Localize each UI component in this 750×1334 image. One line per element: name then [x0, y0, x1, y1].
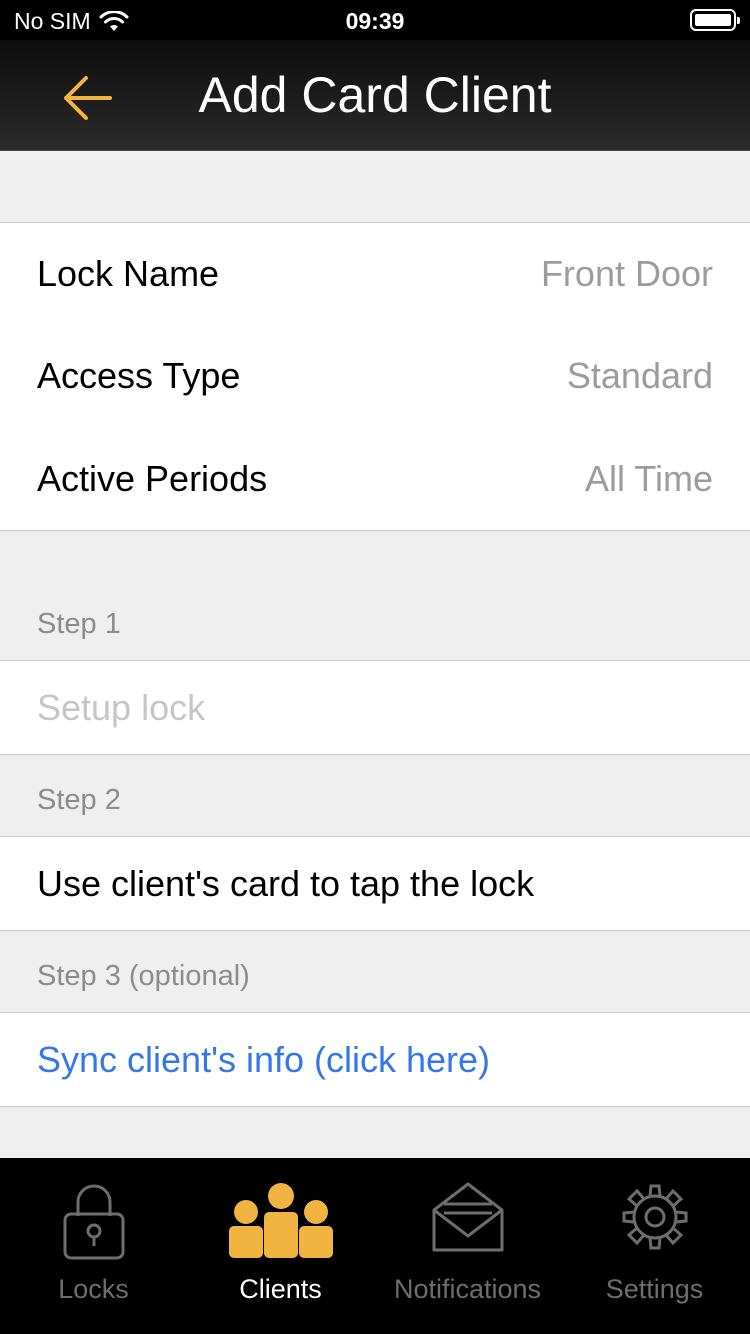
active-periods-row[interactable]: Active Periods All Time	[0, 427, 750, 531]
active-periods-value: All Time	[584, 457, 713, 499]
lock-name-value: Front Door	[540, 252, 713, 294]
step-2-header: Step 2	[37, 784, 121, 816]
lock-name-label: Lock Name	[37, 252, 220, 294]
lock-icon	[63, 1184, 124, 1260]
tab-notifications[interactable]: Notifications	[374, 1158, 561, 1334]
access-type-label: Access Type	[37, 354, 241, 396]
step-2-row: Use client's card to tap the lock	[0, 836, 750, 931]
step-1-header: Step 1	[37, 608, 121, 640]
status-time: 09:39	[345, 8, 405, 34]
tab-notifications-label: Notifications	[393, 1274, 542, 1304]
gear-icon	[622, 1184, 687, 1250]
battery-icon	[690, 9, 740, 31]
step-1-text: Setup lock	[37, 686, 206, 728]
clients-icon	[228, 1183, 333, 1258]
navigation-bar: Add Card Client	[0, 40, 750, 151]
tab-clients[interactable]: Clients	[187, 1158, 374, 1334]
lock-name-row[interactable]: Lock Name Front Door	[0, 222, 750, 325]
step-3-row[interactable]: Sync client's info (click here)	[0, 1012, 750, 1107]
tab-clients-label: Clients	[239, 1274, 322, 1304]
step-3-header: Step 3 (optional)	[37, 960, 250, 992]
tab-settings[interactable]: Settings	[561, 1158, 748, 1334]
page-title: Add Card Client	[198, 67, 552, 123]
tab-locks[interactable]: Locks	[0, 1158, 187, 1334]
step-1-row: Setup lock	[0, 660, 750, 755]
active-periods-label: Active Periods	[37, 457, 268, 499]
tab-bar: Locks Clients Notifications Settings	[0, 1158, 750, 1334]
tab-settings-label: Settings	[605, 1274, 704, 1304]
access-type-value: Standard	[566, 354, 713, 396]
envelope-icon	[432, 1182, 503, 1252]
step-2-text: Use client's card to tap the lock	[37, 862, 535, 904]
access-type-row[interactable]: Access Type Standard	[0, 324, 750, 428]
status-bar: No SIM 09:39	[0, 0, 750, 40]
tab-locks-label: Locks	[58, 1274, 129, 1304]
sync-client-link[interactable]: Sync client's info (click here)	[37, 1039, 490, 1081]
